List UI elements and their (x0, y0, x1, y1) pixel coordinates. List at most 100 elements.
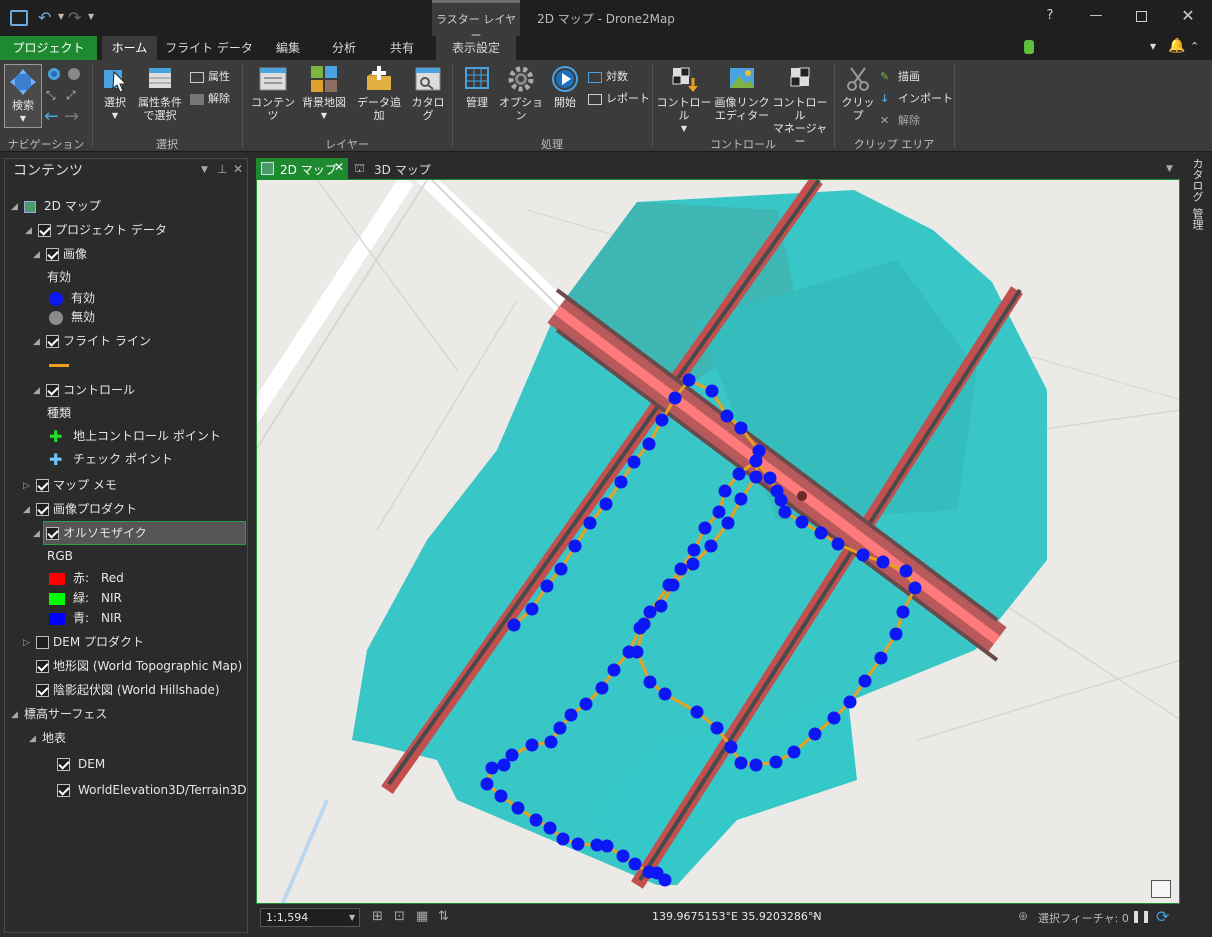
flight-point[interactable] (720, 409, 734, 423)
layer-dem[interactable]: DEM (57, 754, 105, 774)
tab-flight-data[interactable]: フライト データ (162, 36, 256, 60)
previous-extent-icon[interactable]: ← (44, 106, 59, 127)
flight-point[interactable] (571, 837, 585, 851)
flight-point[interactable] (662, 578, 676, 592)
table-icon[interactable]: ▦ (416, 909, 428, 924)
flight-point[interactable] (579, 697, 593, 711)
flight-point[interactable] (721, 516, 735, 530)
help-button[interactable]: ? (1038, 8, 1062, 28)
batch-button[interactable]: 対数 (588, 68, 628, 84)
flight-point[interactable] (614, 475, 628, 489)
flight-point[interactable] (827, 711, 841, 725)
visibility-checkbox[interactable] (46, 335, 59, 348)
layer-world-elevation[interactable]: WorldElevation3D/Terrain3D (57, 780, 247, 800)
start-button[interactable]: 開始 (546, 64, 584, 109)
layer-hillshade[interactable]: 陰影起伏図 (World Hillshade) (36, 680, 220, 700)
import-button[interactable]: ↓ インポート (880, 90, 953, 106)
expand-icon[interactable]: ▷ (23, 633, 33, 653)
visibility-checkbox[interactable] (46, 384, 59, 397)
flight-point[interactable] (889, 627, 903, 641)
tab-3d-map[interactable]: ⛫ 3D マップ (352, 158, 432, 179)
visibility-checkbox[interactable] (36, 684, 49, 697)
scale-selector[interactable]: 1:1,594 ▼ (260, 908, 360, 927)
flight-point[interactable] (687, 543, 701, 557)
layer-dem-products[interactable]: ▷ DEM プロダクト (23, 632, 144, 652)
flight-point[interactable] (724, 740, 738, 754)
flight-point[interactable] (795, 515, 809, 529)
select-by-attributes-button[interactable]: 属性条件 で選択 (134, 64, 186, 122)
tab-analysis[interactable]: 分析 (318, 36, 370, 60)
minimize-button[interactable]: — (1084, 8, 1108, 28)
flight-point[interactable] (658, 873, 672, 887)
flight-point[interactable] (643, 605, 657, 619)
flight-point[interactable] (600, 839, 614, 853)
flight-point[interactable] (732, 467, 746, 481)
grid-icon[interactable]: ⊞ (372, 909, 383, 924)
flight-point[interactable] (497, 758, 511, 772)
flight-point[interactable] (899, 564, 913, 578)
flight-point[interactable] (763, 471, 777, 485)
flight-point[interactable] (814, 526, 828, 540)
flight-point[interactable] (564, 708, 578, 722)
flight-point[interactable] (876, 555, 890, 569)
flight-point[interactable] (540, 579, 554, 593)
flight-point[interactable] (686, 557, 700, 571)
collapse-icon[interactable]: ◢ (11, 705, 21, 725)
zoom-layer-icon[interactable] (66, 66, 82, 82)
flight-point[interactable] (507, 618, 521, 632)
flight-point[interactable] (494, 789, 508, 803)
pause-drawing-icon[interactable]: ❚❚ (1131, 909, 1151, 923)
flight-point[interactable] (674, 562, 688, 576)
flight-point[interactable] (511, 801, 525, 815)
flight-point[interactable] (529, 813, 543, 827)
tab-close-icon[interactable]: ✕ (334, 160, 344, 174)
expand-icon[interactable]: ▷ (23, 476, 33, 496)
layer-map-notes[interactable]: ▷ マップ メモ (23, 475, 117, 495)
flight-point[interactable] (808, 727, 822, 741)
flight-point[interactable] (622, 645, 636, 659)
layer-control[interactable]: ◢ コントロール (33, 380, 135, 400)
flight-point[interactable] (698, 521, 712, 535)
flight-point[interactable] (553, 721, 567, 735)
report-button[interactable]: レポート (588, 90, 650, 106)
flight-point[interactable] (485, 761, 499, 775)
flight-point[interactable] (627, 455, 641, 469)
clear-selection-button[interactable]: 解除 (190, 90, 230, 106)
flight-point[interactable] (616, 849, 630, 863)
notification-icon[interactable]: 🔔 (1168, 38, 1185, 54)
pin-icon[interactable]: ⊥ (217, 162, 227, 176)
flight-point[interactable] (704, 539, 718, 553)
tab-home[interactable]: ホーム (102, 36, 157, 60)
user-icon[interactable] (1024, 40, 1034, 54)
fixed-zoom-in-icon[interactable]: ⤡ (46, 88, 56, 103)
tab-project[interactable]: プロジェクト (0, 36, 97, 60)
flight-point[interactable] (583, 516, 597, 530)
flight-point[interactable] (749, 454, 763, 468)
flight-point[interactable] (643, 675, 657, 689)
visibility-checkbox[interactable] (36, 660, 49, 673)
flight-point[interactable] (896, 605, 910, 619)
tab-edit[interactable]: 編集 (262, 36, 314, 60)
clip-clear-button[interactable]: ✕ 解除 (880, 112, 920, 128)
elevation-surfaces[interactable]: ◢ 標高サーフェス (11, 704, 107, 724)
flight-point[interactable] (633, 621, 647, 635)
surface-ground[interactable]: ◢ 地表 (29, 728, 66, 748)
flight-point[interactable] (749, 758, 763, 772)
collapse-icon[interactable]: ◢ (33, 332, 43, 352)
flight-point[interactable] (480, 777, 494, 791)
ribbon-options-icon[interactable]: ▼ (1150, 42, 1156, 51)
flight-point[interactable] (770, 484, 784, 498)
flight-point[interactable] (734, 756, 748, 770)
flight-point[interactable] (654, 599, 668, 613)
layer-image-products[interactable]: ◢ 画像プロダクト (23, 499, 137, 519)
select-button[interactable]: 選択 ▼ (98, 64, 132, 122)
collapse-icon[interactable]: ◢ (33, 524, 43, 544)
undo-dropdown-icon[interactable]: ▼ (58, 12, 64, 21)
layer-flight-lines[interactable]: ◢ フライト ライン (33, 331, 151, 351)
catalog-dock-tab[interactable]: カタログ (1189, 158, 1205, 202)
panel-close-icon[interactable]: ✕ (233, 162, 243, 176)
layer-images[interactable]: ◢ 画像 (33, 244, 87, 264)
flight-point[interactable] (856, 548, 870, 562)
map-notes-icon[interactable] (1151, 880, 1171, 898)
flight-point[interactable] (705, 384, 719, 398)
